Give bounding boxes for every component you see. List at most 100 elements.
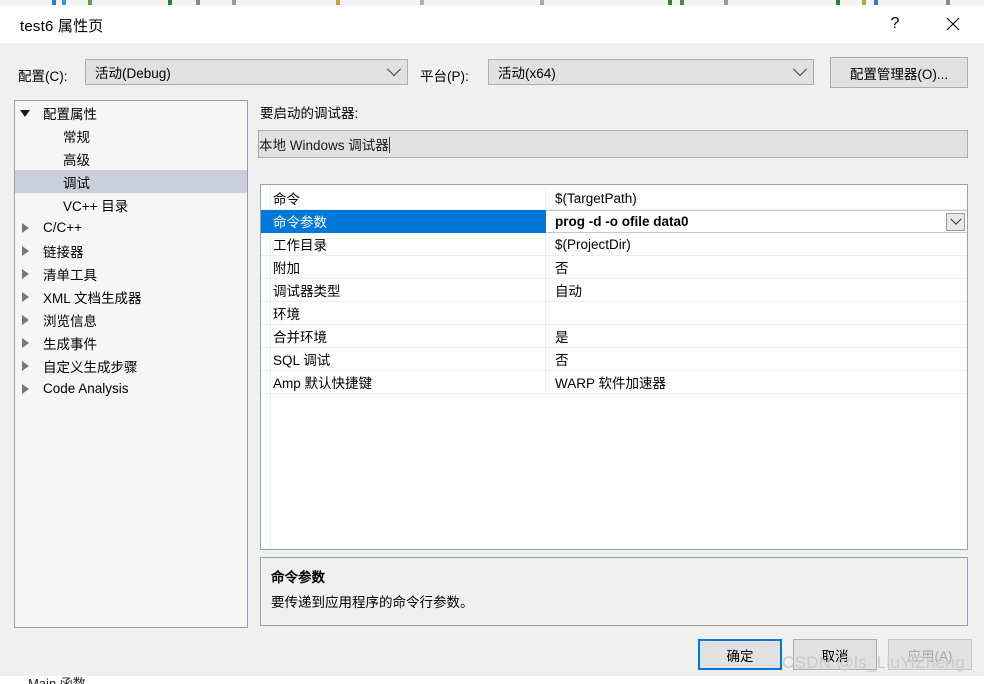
tree-item-label: 常规: [63, 129, 90, 145]
triangle-right-icon[interactable]: [15, 291, 35, 302]
tree-item-1[interactable]: 常规: [15, 124, 247, 147]
property-row[interactable]: 附加否: [261, 256, 967, 279]
background-window-text: Main 函数...: [28, 676, 97, 684]
tree-item-label: C/C++: [43, 220, 83, 235]
platform-dropdown[interactable]: 活动(x64): [488, 59, 814, 85]
property-value: 是: [555, 330, 569, 345]
property-value-cell[interactable]: 否: [546, 348, 967, 371]
ok-button[interactable]: 确定: [698, 639, 782, 670]
property-value-cell[interactable]: WARP 软件加速器: [546, 371, 967, 394]
property-value-cell[interactable]: $(ProjectDir): [546, 233, 967, 256]
cancel-button[interactable]: 取消: [793, 639, 877, 670]
configuration-properties-tree[interactable]: 配置属性常规高级调试 VC++ 目录 C/C++ 链接器清单工具 XML 文档生成器 浏览…: [14, 100, 248, 628]
tree-item-8[interactable]: XML 文档生成器: [15, 285, 247, 308]
property-value-cell[interactable]: 是: [546, 325, 967, 348]
tree-item-label: 配置属性: [43, 106, 97, 122]
debugger-to-launch-dropdown[interactable]: 本地 Windows 调试器: [258, 130, 968, 158]
triangle-right-icon[interactable]: [15, 222, 35, 233]
tree-item-2[interactable]: 高级: [15, 147, 247, 170]
tree-item-label: 生成事件: [43, 336, 97, 352]
property-value-cell[interactable]: 否: [546, 256, 967, 279]
property-value: prog -d -o ofile data0: [555, 214, 689, 229]
tree-item-label: 调试: [63, 175, 90, 191]
property-grid[interactable]: 命令 $(TargetPath) 命令参数 prog -d -o ofile data…: [260, 184, 968, 550]
property-row[interactable]: 命令 $(TargetPath): [261, 187, 967, 210]
configuration-value: 活动(Debug): [95, 66, 171, 81]
triangle-right-icon[interactable]: [15, 383, 35, 394]
property-name: 合并环境: [261, 325, 546, 348]
property-row[interactable]: 合并环境是: [261, 325, 967, 348]
property-value: $(TargetPath): [555, 190, 637, 206]
configuration-dropdown[interactable]: 活动(Debug): [85, 59, 408, 85]
platform-value: 活动(x64): [498, 66, 556, 81]
property-description-pane: 命令参数 要传递到应用程序的命令行参数。: [260, 557, 968, 626]
property-row[interactable]: 工作目录 $(ProjectDir): [261, 233, 967, 256]
description-body: 要传递到应用程序的命令行参数。: [271, 595, 474, 610]
property-name: Amp 默认快捷键: [261, 371, 546, 394]
question-mark-icon[interactable]: ?: [872, 5, 918, 43]
property-value-cell[interactable]: $(TargetPath): [546, 187, 967, 210]
chevron-down-icon: [381, 62, 407, 77]
tree-item-12[interactable]: Code Analysis: [15, 377, 247, 400]
property-value: WARP 软件加速器: [555, 376, 667, 391]
cancel-button-label: 取消: [821, 648, 849, 664]
background-window-bottom-sliver: Main 函数...: [0, 676, 984, 684]
property-row[interactable]: SQL 调试否: [261, 348, 967, 371]
ok-button-label: 确定: [726, 648, 754, 664]
property-value: $(ProjectDir): [555, 236, 631, 252]
tree-item-label: 浏览信息: [43, 313, 97, 329]
tree-item-10[interactable]: 生成事件: [15, 331, 247, 354]
triangle-right-icon[interactable]: [15, 360, 35, 371]
property-grid-rows: 命令 $(TargetPath) 命令参数 prog -d -o ofile data…: [261, 185, 967, 394]
property-value-cell[interactable]: 自动: [546, 279, 967, 302]
description-title: 命令参数: [271, 570, 325, 585]
chevron-down-icon: [388, 136, 390, 153]
tree-item-5[interactable]: C/C++: [15, 216, 247, 239]
tree-item-9[interactable]: 浏览信息: [15, 308, 247, 331]
tree-item-7[interactable]: 清单工具: [15, 262, 247, 285]
platform-label: 平台(P):: [420, 69, 469, 84]
property-name: SQL 调试: [261, 348, 546, 371]
dialog-titlebar: test6 属性页 ?: [0, 5, 984, 43]
debugger-to-launch-label: 要启动的调试器:: [260, 106, 359, 121]
chevron-down-icon: [787, 62, 813, 77]
triangle-right-icon[interactable]: [15, 314, 35, 325]
tree-item-label: Code Analysis: [43, 381, 129, 396]
property-row[interactable]: 调试器类型 自动: [261, 279, 967, 302]
tree-item-0[interactable]: 配置属性: [15, 101, 247, 124]
tree-item-label: 高级: [63, 152, 90, 168]
tree-item-label: 清单工具: [43, 267, 97, 283]
tree-item-label: 自定义生成步骤: [43, 359, 138, 375]
close-icon[interactable]: [930, 5, 976, 43]
property-name: 命令: [261, 187, 546, 210]
triangle-right-icon[interactable]: [15, 337, 35, 348]
property-name: 命令参数: [261, 210, 546, 233]
property-value: 自动: [555, 284, 582, 299]
property-value-cell[interactable]: prog -d -o ofile data0: [546, 210, 967, 233]
property-row[interactable]: 环境: [261, 302, 967, 325]
dialog-title: test6 属性页: [20, 18, 104, 35]
property-pages-dialog: test6 属性页 ? 配置(C): 活动(Debug) 平台(P): 活动(x…: [0, 5, 984, 676]
chevron-down-icon: [949, 213, 962, 225]
property-row[interactable]: Amp 默认快捷键 WARP 软件加速器: [261, 371, 967, 394]
property-value-dropdown-button[interactable]: [946, 213, 965, 231]
debug-settings-pane: 要启动的调试器: 本地 Windows 调试器 命令 $(TargetPath) 命…: [258, 100, 968, 628]
triangle-down-icon[interactable]: [15, 109, 35, 117]
property-name: 环境: [261, 302, 546, 325]
dialog-footer: 确定 取消 应用(A): [0, 635, 984, 676]
tree-item-label: VC++ 目录: [63, 198, 129, 214]
property-row[interactable]: 命令参数 prog -d -o ofile data0: [261, 210, 967, 233]
configuration-manager-button[interactable]: 配置管理器(O)...: [830, 57, 968, 88]
tree-item-4[interactable]: VC++ 目录: [15, 193, 247, 216]
tree-item-3[interactable]: 调试: [15, 170, 247, 193]
property-name: 工作目录: [261, 233, 546, 256]
tree-item-6[interactable]: 链接器: [15, 239, 247, 262]
property-value-cell[interactable]: [546, 302, 967, 325]
tree-item-label: 链接器: [43, 244, 84, 260]
property-name: 附加: [261, 256, 546, 279]
triangle-right-icon[interactable]: [15, 268, 35, 279]
apply-button: 应用(A): [888, 639, 972, 670]
tree-item-11[interactable]: 自定义生成步骤: [15, 354, 247, 377]
tree-item-label: XML 文档生成器: [43, 290, 142, 306]
triangle-right-icon[interactable]: [15, 245, 35, 256]
